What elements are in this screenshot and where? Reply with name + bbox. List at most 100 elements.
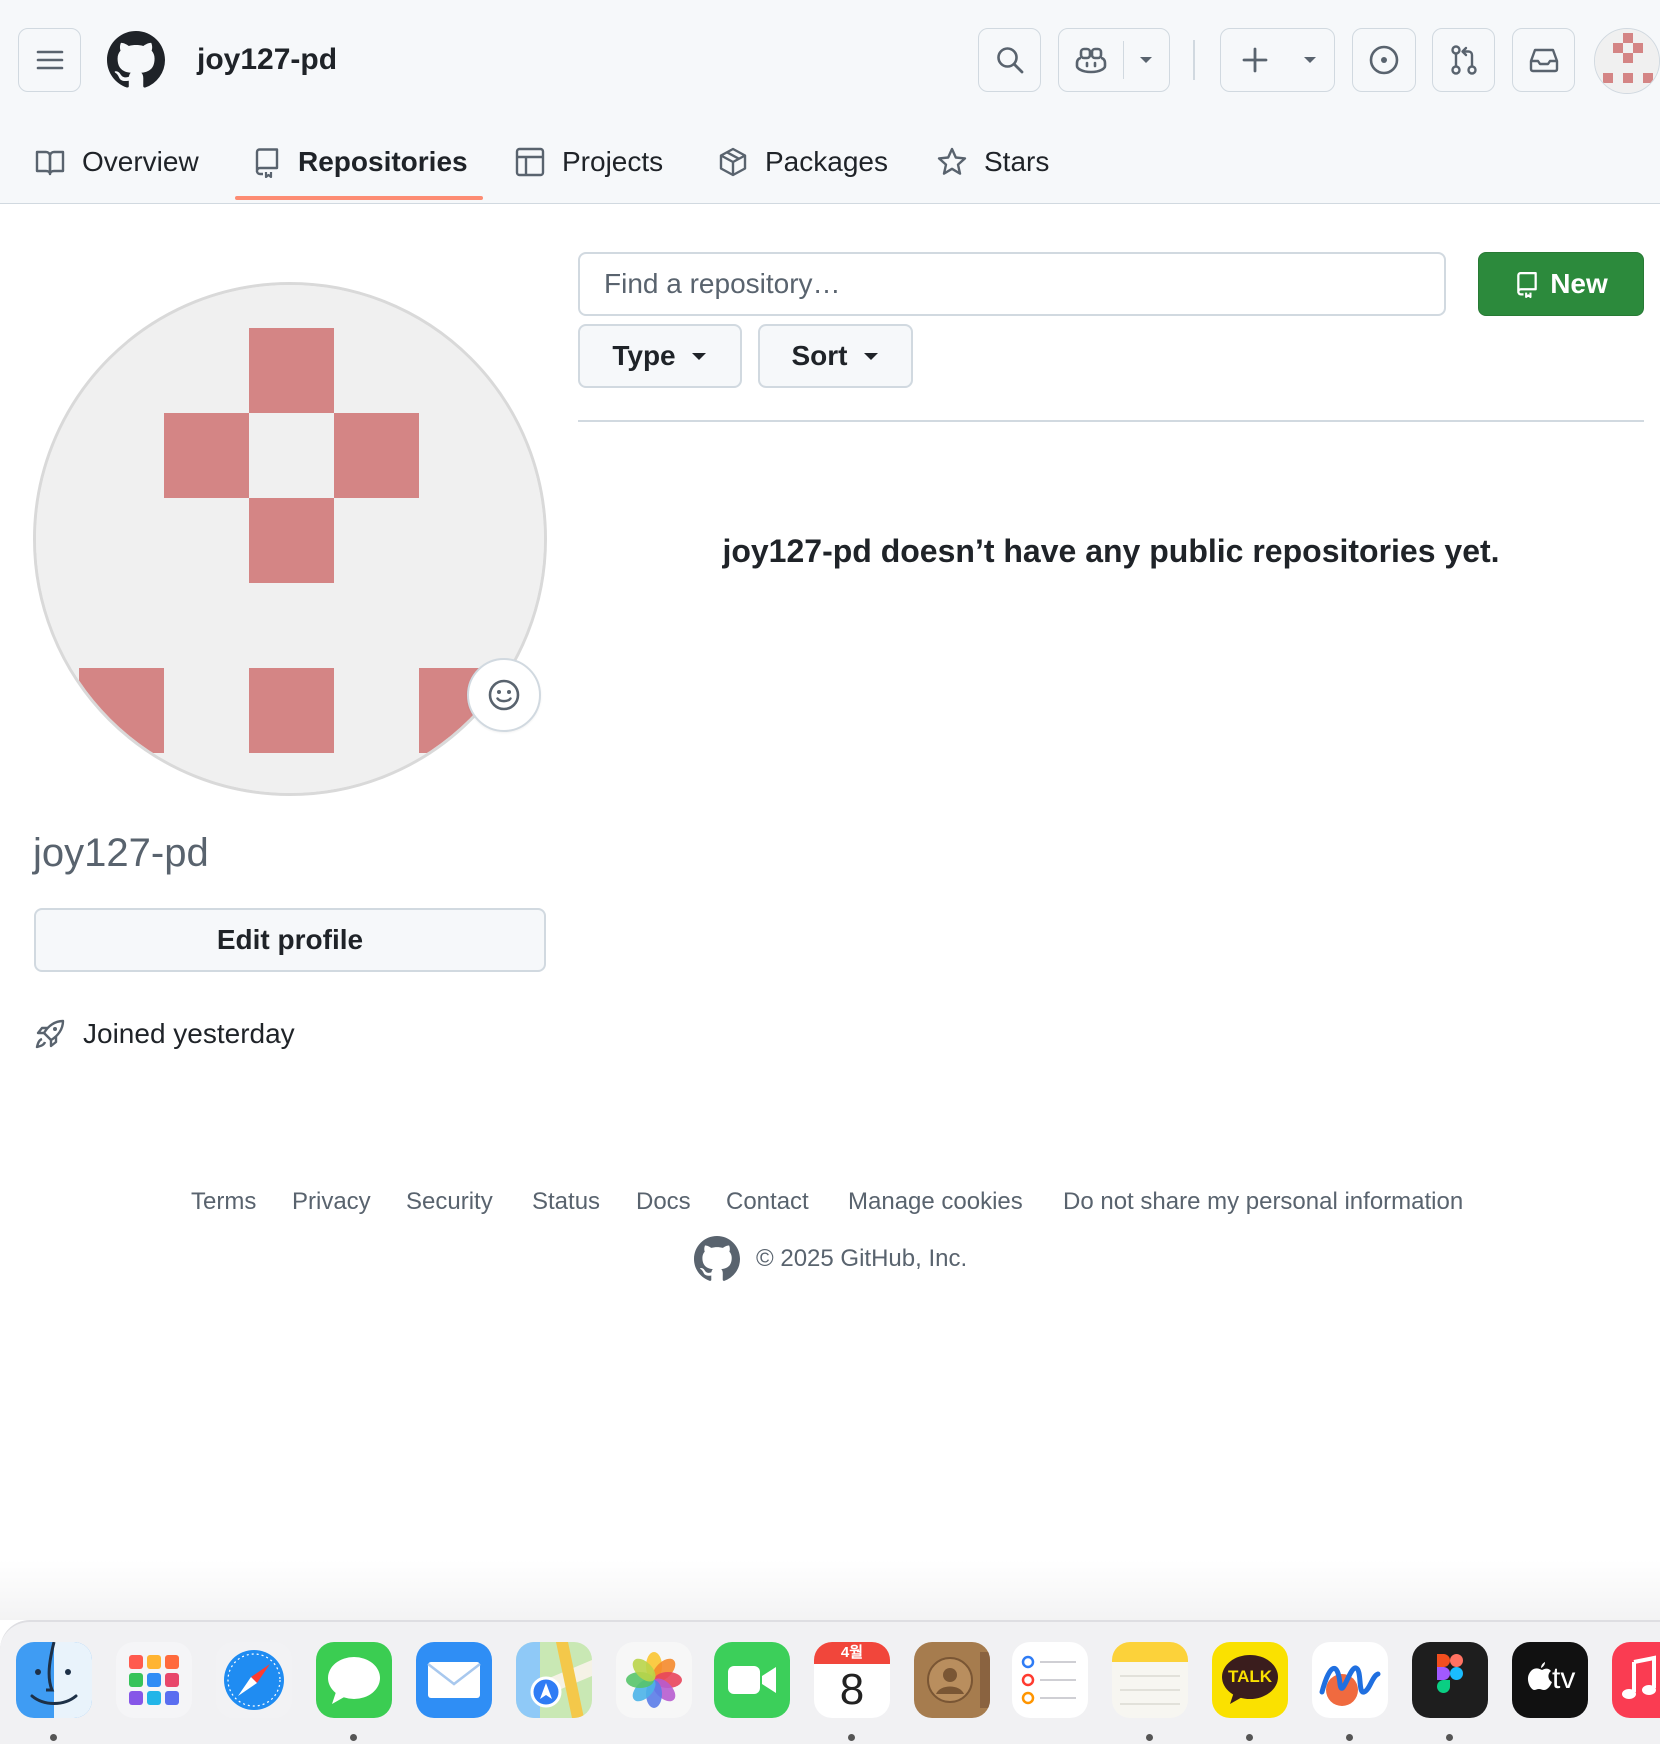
create-new-button[interactable] [1220,28,1335,92]
git-pull-request-icon [1450,45,1477,75]
footer-copyright: © 2025 GitHub, Inc. [694,1236,967,1282]
dock-launchpad-icon[interactable] [116,1642,192,1718]
calendar-day: 8 [839,1665,865,1714]
user-avatar-menu[interactable] [1594,28,1660,94]
kakaotalk-label: TALK [1227,1667,1273,1686]
copyright-text: © 2025 GitHub, Inc. [756,1245,968,1272]
dock-messages-icon[interactable] [316,1642,392,1718]
smiley-icon [488,679,520,711]
tab-label: Projects [562,146,664,177]
repo-icon [1517,272,1537,299]
active-tab-indicator [235,196,483,200]
package-icon [719,147,747,177]
calendar-month: 4월 [840,1644,864,1661]
triangle-down-icon [691,353,706,360]
tab-label: Overview [82,146,199,177]
dock-notes-icon[interactable] [1112,1642,1188,1718]
dock-shadow [0,1560,1660,1620]
new-label: New [1550,268,1608,299]
tab-label: Packages [765,146,888,177]
menu-button[interactable] [18,28,81,92]
dock-apple-tv-icon[interactable]: tv [1512,1642,1588,1718]
identicon-avatar [1595,29,1659,93]
dock-mail-icon[interactable] [416,1642,492,1718]
dock-running-indicator [1346,1734,1353,1741]
tab-packages[interactable]: Packages [717,120,888,204]
identicon-avatar [36,285,544,793]
dock-freeform-icon[interactable] [1312,1642,1388,1718]
dock-reminders-icon[interactable] [1012,1642,1088,1718]
profile-avatar[interactable] [33,282,547,796]
plus-icon [1242,47,1268,73]
hamburger-icon [36,50,63,70]
footer-link-docs[interactable]: Docs [636,1184,691,1220]
star-icon [937,147,967,175]
joined-text: Joined yesterday [83,1018,295,1049]
chevron-down-icon [1304,57,1316,63]
repo-list-divider [578,420,1644,422]
repo-icon [255,148,279,178]
tab-overview[interactable]: Overview [34,120,199,204]
dock-safari-icon[interactable] [216,1642,292,1718]
dock-calendar-icon[interactable]: 4월 8 [814,1642,890,1718]
edit-profile-button[interactable]: Edit profile [34,908,546,972]
apple-logo-icon [1527,1662,1552,1690]
dock-music-icon[interactable] [1612,1642,1660,1718]
sort-label: Sort [791,340,848,371]
search-button[interactable] [978,28,1041,92]
footer-link-security[interactable]: Security [406,1184,493,1220]
tab-stars[interactable]: Stars [936,120,1049,204]
copilot-icon [1075,47,1107,74]
dock-maps-icon[interactable] [516,1642,592,1718]
macos-dock: 4월 8 TALK tv [0,1620,1660,1744]
footer-link-manage-cookies[interactable]: Manage cookies [848,1184,1023,1220]
github-logo-icon[interactable] [107,31,165,89]
copilot-button[interactable] [1058,28,1170,92]
issues-button[interactable] [1352,28,1416,92]
footer-links: Terms Privacy Security Status Docs Conta… [0,1184,1660,1220]
split-divider [1123,41,1124,79]
pull-requests-button[interactable] [1432,28,1495,92]
type-label: Type [612,340,676,371]
dock-facetime-icon[interactable] [714,1642,790,1718]
dock-running-indicator [1146,1734,1153,1741]
dock-photos-icon[interactable] [616,1642,692,1718]
footer-link-terms[interactable]: Terms [191,1184,256,1220]
table-icon [515,147,545,177]
triangle-down-icon [863,353,878,360]
dock-running-indicator [50,1734,57,1741]
dock-running-indicator [848,1734,855,1741]
type-filter-button[interactable]: Type [578,324,742,388]
chevron-down-icon[interactable] [1137,53,1155,67]
dock-figma-icon[interactable] [1412,1642,1488,1718]
new-repository-button[interactable]: New [1478,252,1644,316]
calendar-header: 4월 [814,1642,890,1664]
profile-tabs: Overview Repositories Projects Packages … [0,120,1660,204]
dock-running-indicator [350,1734,357,1741]
tab-repositories[interactable]: Repositories [252,120,468,204]
dock-kakaotalk-icon[interactable]: TALK [1212,1642,1288,1718]
profile-username: joy127-pd [33,831,209,875]
tab-label: Repositories [298,146,468,177]
dock-running-indicator [1446,1734,1453,1741]
dock-contacts-icon[interactable] [914,1642,990,1718]
inbox-icon [1529,48,1558,73]
dock-finder-icon[interactable] [16,1642,92,1718]
joined-info: Joined yesterday [33,1010,295,1058]
header-separator [1193,40,1195,80]
owner-name[interactable]: joy127-pd [197,40,337,80]
footer-link-do-not-share[interactable]: Do not share my personal information [1063,1184,1463,1220]
inbox-button[interactable] [1512,28,1575,92]
tab-projects[interactable]: Projects [514,120,663,204]
github-logo-icon[interactable] [694,1236,740,1282]
search-icon [996,47,1023,74]
sort-filter-button[interactable]: Sort [758,324,913,388]
app-header: joy127-pd Overview Repositories Projects… [0,0,1660,204]
top-bar: joy127-pd [0,0,1660,120]
dock-running-indicator [1246,1734,1253,1741]
set-status-button[interactable] [467,658,541,732]
find-repository-input[interactable] [578,252,1446,316]
footer-link-privacy[interactable]: Privacy [292,1184,371,1220]
footer-link-status[interactable]: Status [532,1184,600,1220]
footer-link-contact[interactable]: Contact [726,1184,809,1220]
